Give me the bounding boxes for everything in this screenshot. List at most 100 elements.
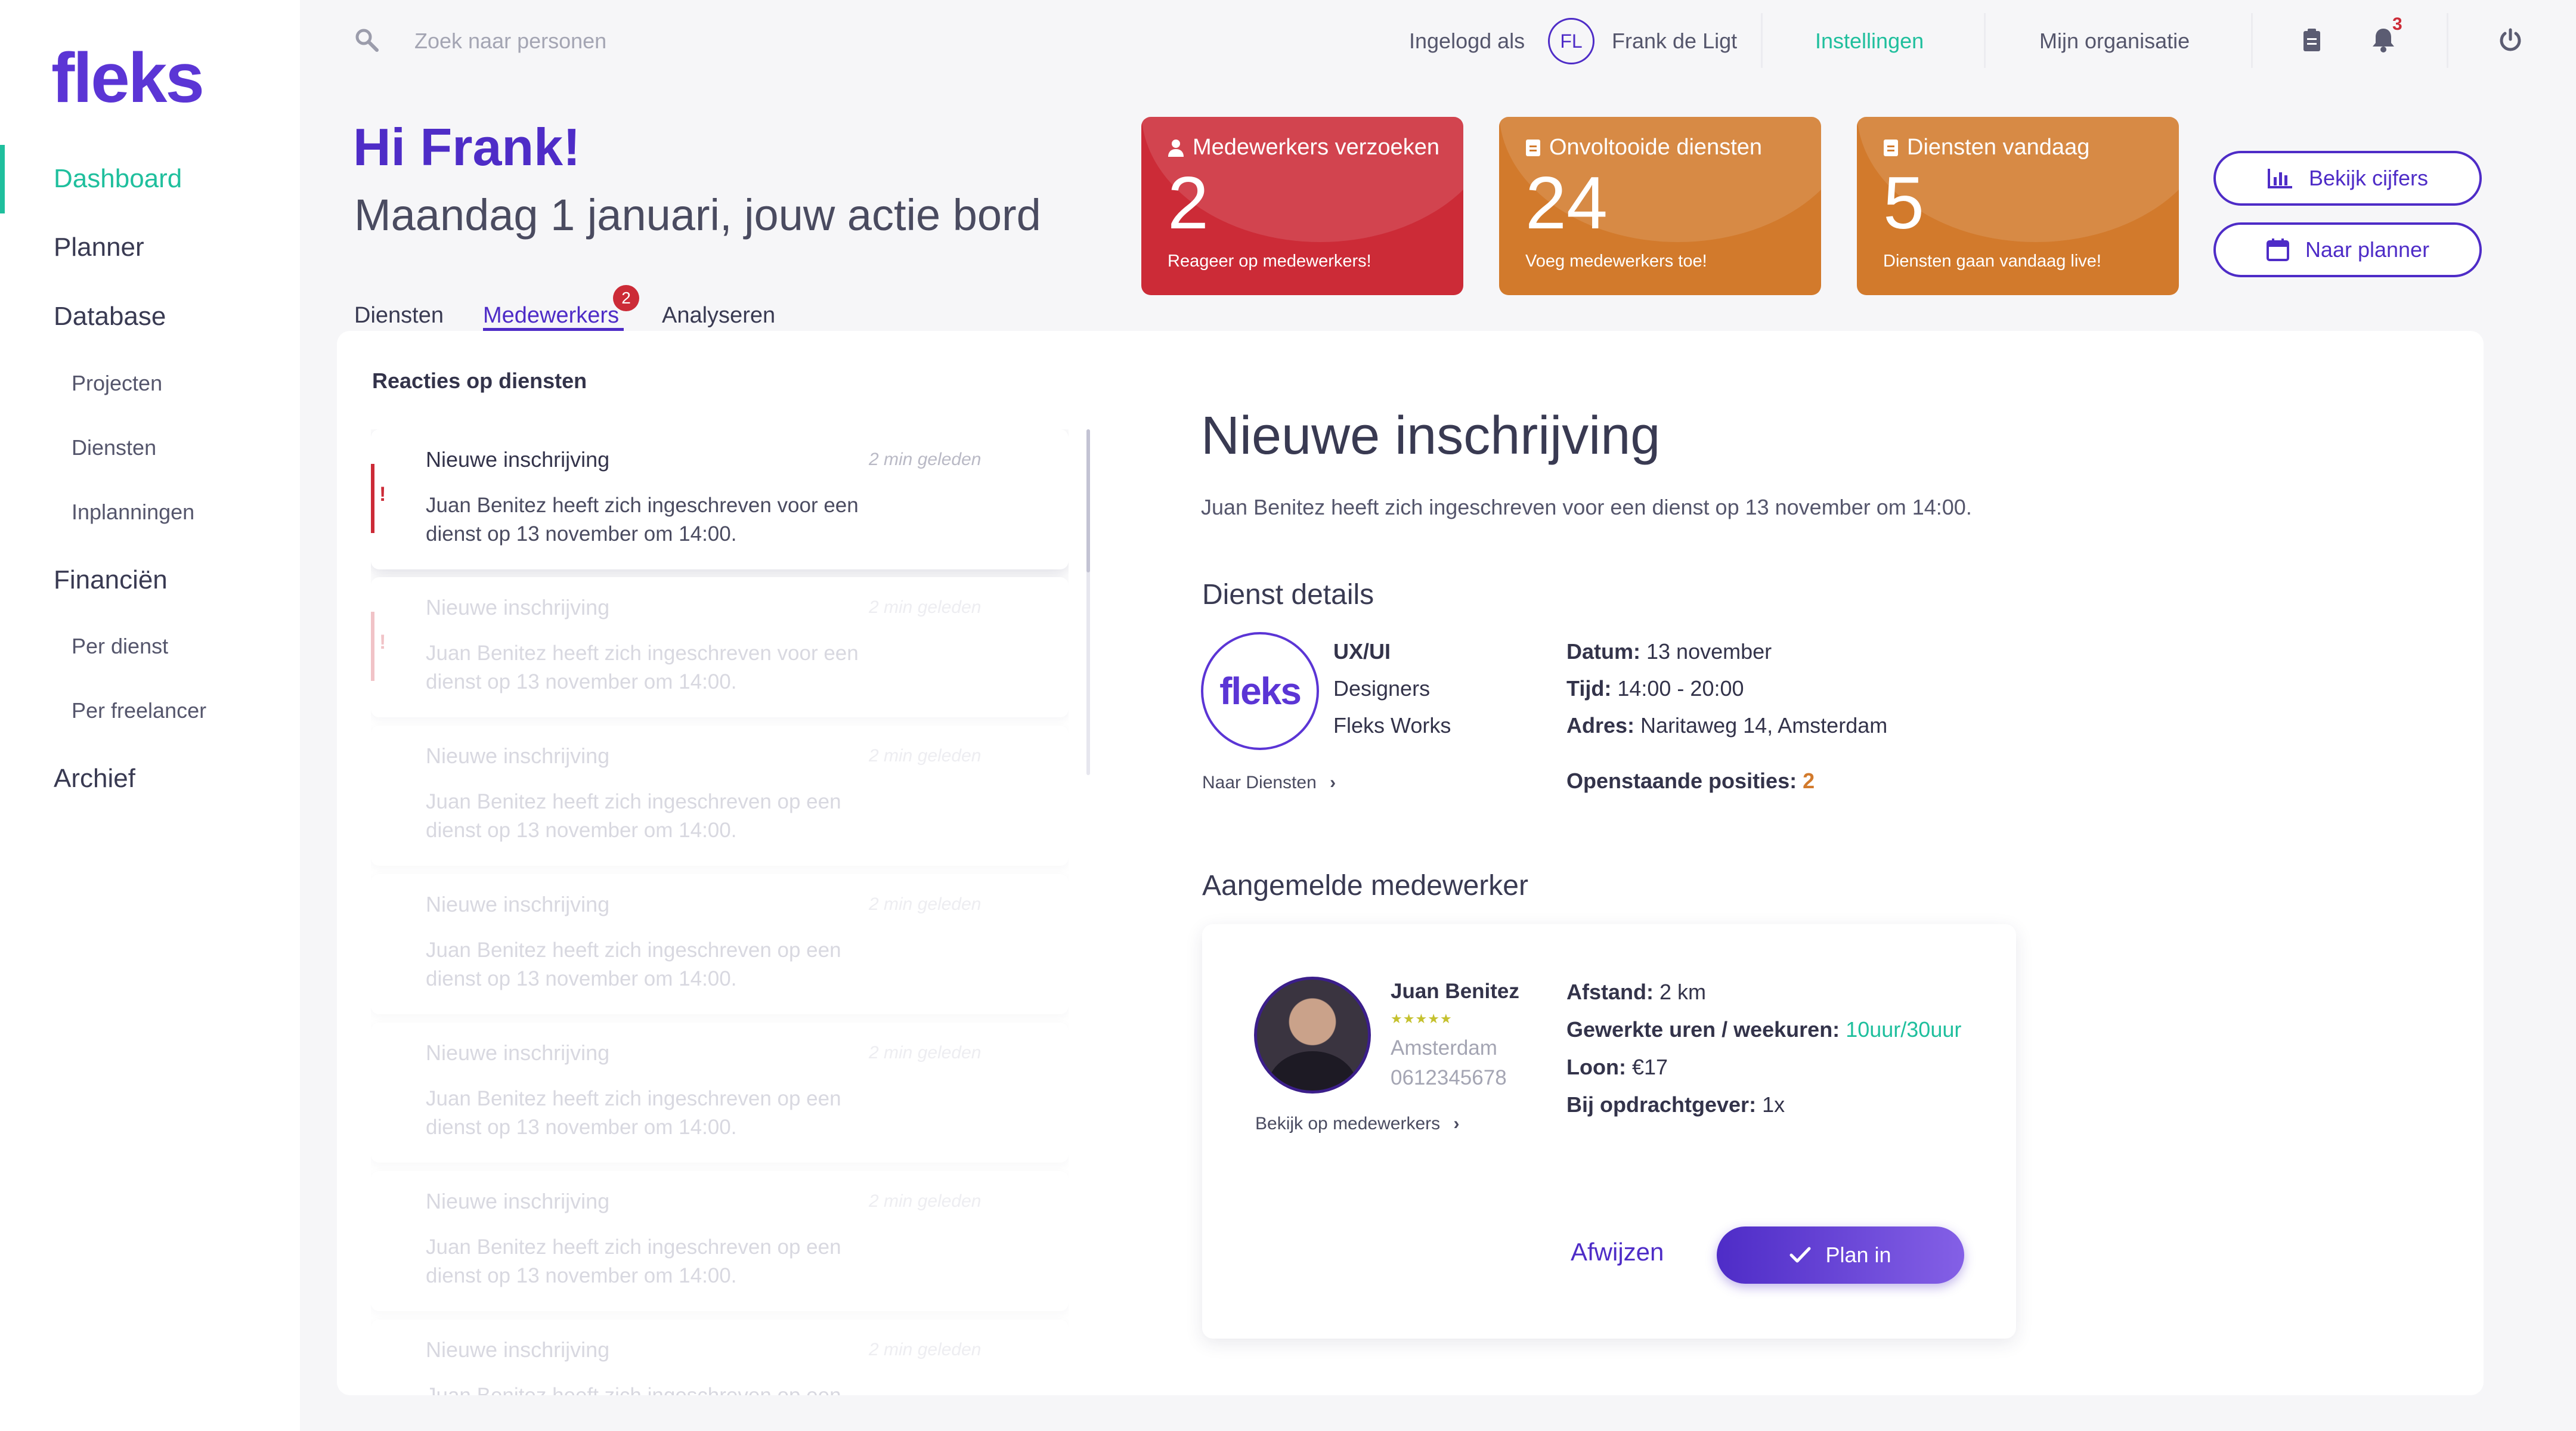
employee-phone: 0612345678 (1391, 1066, 1507, 1089)
sidebar-item-per-dienst[interactable]: Per dienst (72, 634, 168, 659)
sidebar-item-diensten[interactable]: Diensten (72, 435, 156, 460)
sidebar-item-dashboard[interactable]: Dashboard (54, 164, 182, 194)
service-address: Adres: Naritaweg 14, Amsterdam (1566, 713, 1887, 738)
power-icon[interactable] (2498, 27, 2523, 52)
star-icon: ★ (1415, 1011, 1428, 1026)
employee-name: Juan Benitez (1391, 980, 1519, 1003)
open-positions: Openstaande posities: 2 (1566, 769, 1815, 794)
chevron-right-icon: › (1453, 1114, 1460, 1133)
fleks-logo[interactable]: fleks (51, 43, 205, 113)
tab-badge: 2 (613, 285, 639, 311)
sidebar-item-per-freelancer[interactable]: Per freelancer (72, 698, 206, 723)
stat-card-requests[interactable]: Medewerkers verzoeken 2 Reageer op medew… (1141, 117, 1463, 295)
document-icon (1526, 139, 1540, 156)
notification-count: 3 (2392, 14, 2402, 34)
item-title: Nieuwe inschrijving (426, 447, 610, 472)
scrollbar[interactable] (1086, 429, 1090, 775)
list-item[interactable]: ! Nieuwe inschrijving 2 min geleden Juan… (371, 577, 1069, 717)
user-name: Frank de Ligt (1612, 29, 1738, 53)
sidebar-item-database[interactable]: Database (54, 302, 166, 332)
star-icon: ★ (1439, 1011, 1453, 1026)
organisation-link[interactable]: Mijn organisatie (2039, 29, 2190, 54)
item-body: Juan Benitez heeft zich ingeschreven op … (426, 790, 841, 842)
item-title: Nieuwe inschrijving (426, 744, 610, 768)
sidebar-item-archief[interactable]: Archief (54, 764, 135, 794)
view-figures-button[interactable]: Bekijk cijfers (2213, 151, 2482, 206)
service-department: Designers (1333, 676, 1431, 701)
search-icon[interactable] (354, 27, 379, 52)
service-company: Fleks Works (1333, 713, 1451, 738)
tab-badge-count: 2 (621, 289, 631, 307)
list-heading: Reacties op diensten (372, 368, 587, 393)
list-item[interactable]: Nieuwe inschrijving 2 min geleden Juan B… (371, 1023, 1069, 1163)
document-icon (1884, 139, 1898, 156)
stat-value: 24 (1525, 162, 1608, 244)
search-input[interactable]: Zoek naar personen (414, 29, 606, 54)
tab-diensten[interactable]: Diensten (354, 303, 444, 329)
tab-medewerkers[interactable]: Medewerkers (483, 303, 619, 329)
list-item[interactable]: Nieuwe inschrijving 2 min geleden Juan B… (371, 874, 1069, 1014)
stat-sub: Diensten gaan vandaag live! (1883, 252, 2101, 271)
list-item[interactable]: Nieuwe inschrijving 2 min geleden Juan B… (371, 1320, 1069, 1395)
employee-avatar[interactable] (1254, 977, 1371, 1094)
reactions-list[interactable]: ! Nieuwe inschrijving 2 min geleden Juan… (371, 429, 1069, 1395)
item-title: Nieuwe inschrijving (426, 892, 610, 916)
tab-analyseren[interactable]: Analyseren (662, 303, 775, 329)
address-label: Adres: (1566, 713, 1635, 738)
list-item[interactable]: ! Nieuwe inschrijving 2 min geleden Juan… (371, 429, 1069, 569)
avatar-initials: FL (1560, 30, 1583, 52)
star-icon: ★ (1428, 1011, 1440, 1026)
time-value: 14:00 - 20:00 (1617, 676, 1744, 701)
settings-link[interactable]: Instellingen (1815, 29, 1924, 54)
to-services-label: Naar Diensten (1202, 773, 1317, 792)
plan-button[interactable]: Plan in (1717, 1226, 1964, 1284)
bar-chart-icon (2267, 169, 2292, 188)
divider (2251, 13, 2253, 68)
page-title: Hi Frank! (353, 117, 581, 176)
sidebar-item-planner[interactable]: Planner (54, 233, 144, 262)
star-icon: ★ (1402, 1011, 1416, 1026)
item-body: Juan Benitez heeft zich ingeschreven op … (426, 1382, 879, 1395)
stat-label: Medewerkers verzoeken (1168, 135, 1439, 160)
reject-button[interactable]: Afwijzen (1571, 1238, 1664, 1266)
item-body: Juan Benitez heeft zich ingeschreven op … (426, 938, 841, 990)
check-icon (1789, 1247, 1811, 1263)
employee-city: Amsterdam (1391, 1036, 1497, 1060)
hours-value: 10uur/30uur (1846, 1017, 1962, 1042)
sidebar: fleks Dashboard Planner Database Project… (0, 0, 300, 1431)
client-label: Bij opdrachtgever: (1566, 1092, 1757, 1117)
user-icon (1168, 139, 1184, 157)
item-time: 2 min geleden (869, 746, 982, 766)
service-heading: Dienst details (1202, 579, 1374, 611)
list-item[interactable]: Nieuwe inschrijving 2 min geleden Juan B… (371, 726, 1069, 866)
item-title: Nieuwe inschrijving (426, 1337, 610, 1362)
to-services-link[interactable]: Naar Diensten › (1202, 773, 1336, 793)
sidebar-item-inplanningen[interactable]: Inplanningen (72, 500, 194, 525)
service-name: UX/UI (1333, 639, 1391, 664)
stat-card-incomplete[interactable]: Onvoltooide diensten 24 Voeg medewerkers… (1499, 117, 1821, 295)
item-time: 2 min geleden (869, 894, 982, 914)
avatar[interactable]: FL (1548, 18, 1594, 64)
stat-label-text: Diensten vandaag (1907, 135, 2090, 160)
divider (1984, 13, 1986, 68)
hours-label: Gewerkte uren / weekuren: (1566, 1017, 1840, 1042)
stat-label: Diensten vandaag (1883, 135, 2089, 160)
stat-sub: Voeg medewerkers toe! (1525, 252, 1707, 271)
open-positions-label: Openstaande posities: (1566, 769, 1797, 793)
sidebar-item-projecten[interactable]: Projecten (72, 371, 162, 396)
clipboard-icon[interactable] (2302, 27, 2322, 52)
view-employee-link[interactable]: Bekijk op medewerkers › (1255, 1114, 1459, 1134)
chevron-right-icon: › (1330, 773, 1336, 792)
sidebar-item-financien[interactable]: Financiën (54, 565, 168, 595)
active-indicator (0, 145, 5, 213)
list-item[interactable]: Nieuwe inschrijving 2 min geleden Juan B… (371, 1171, 1069, 1311)
date-value: 13 november (1646, 639, 1772, 664)
scrollbar-thumb[interactable] (1086, 429, 1090, 572)
client-value: 1x (1762, 1092, 1785, 1117)
to-planner-button[interactable]: Naar planner (2213, 222, 2482, 277)
service-time: Tijd: 14:00 - 20:00 (1566, 676, 1744, 701)
avatar-shoulders (1268, 1051, 1357, 1091)
stat-card-today[interactable]: Diensten vandaag 5 Diensten gaan vandaag… (1857, 117, 2179, 295)
stat-value: 5 (1883, 162, 1924, 244)
open-positions-value: 2 (1803, 769, 1815, 793)
